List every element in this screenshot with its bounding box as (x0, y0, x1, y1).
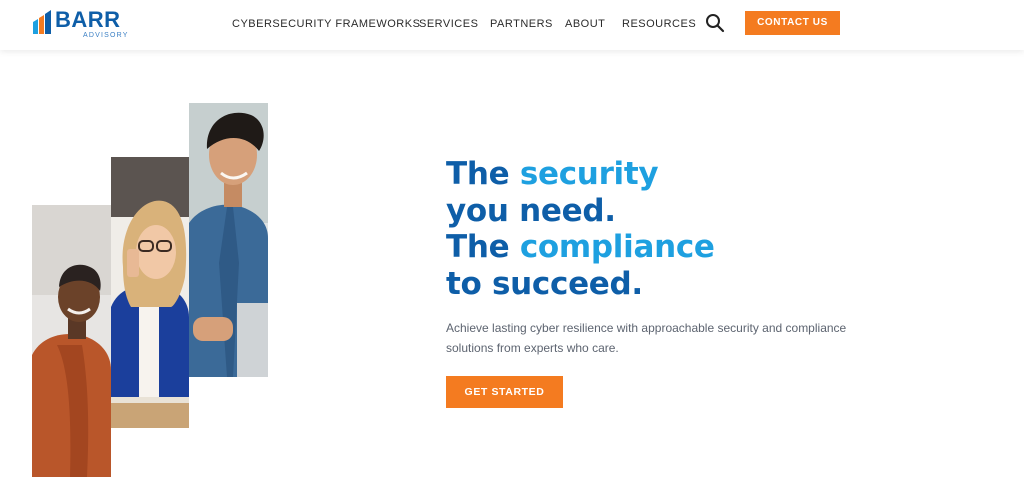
photo-strip-man-smiling (32, 205, 111, 477)
logo-mark-icon (33, 10, 51, 34)
nav-item-services[interactable]: SERVICES (419, 17, 478, 31)
contact-us-button[interactable]: CONTACT US (745, 11, 840, 35)
hero-subtext: Achieve lasting cyber resilience with ap… (446, 321, 847, 355)
headline-text: The (446, 156, 520, 192)
headline-line-4: to succeed. (446, 265, 643, 302)
headline-text: The (446, 229, 520, 265)
nav-item-partners[interactable]: PARTNERS (490, 17, 553, 31)
headline-accent-compliance: compliance (519, 229, 715, 265)
nav-item-about[interactable]: ABOUT (565, 17, 605, 31)
search-icon (706, 14, 725, 33)
headline-line-3: The compliance (446, 229, 715, 265)
logo-tagline: ADVISORY (83, 32, 129, 39)
hero-headline: The security you need. The compliance to… (446, 156, 776, 302)
get-started-button[interactable]: GET STARTED (446, 376, 563, 408)
photo-strip-woman-on-phone (111, 157, 189, 428)
headline-line-1: The security (446, 156, 659, 192)
site-header: BARR ADVISORY CYBERSECURITY FRAMEWORKS S… (0, 0, 1024, 50)
nav-item-cybersecurity-frameworks[interactable]: CYBERSECURITY FRAMEWORKS (232, 17, 420, 31)
headline-accent-security: security (519, 156, 659, 192)
search-button[interactable] (705, 13, 725, 33)
nav-item-resources[interactable]: RESOURCES (622, 17, 696, 31)
photo-strip-man-with-laptop (189, 103, 268, 377)
logo-wordmark: BARR (55, 7, 121, 32)
logo[interactable]: BARR ADVISORY (33, 7, 133, 40)
headline-line-2: you need. (446, 192, 616, 229)
